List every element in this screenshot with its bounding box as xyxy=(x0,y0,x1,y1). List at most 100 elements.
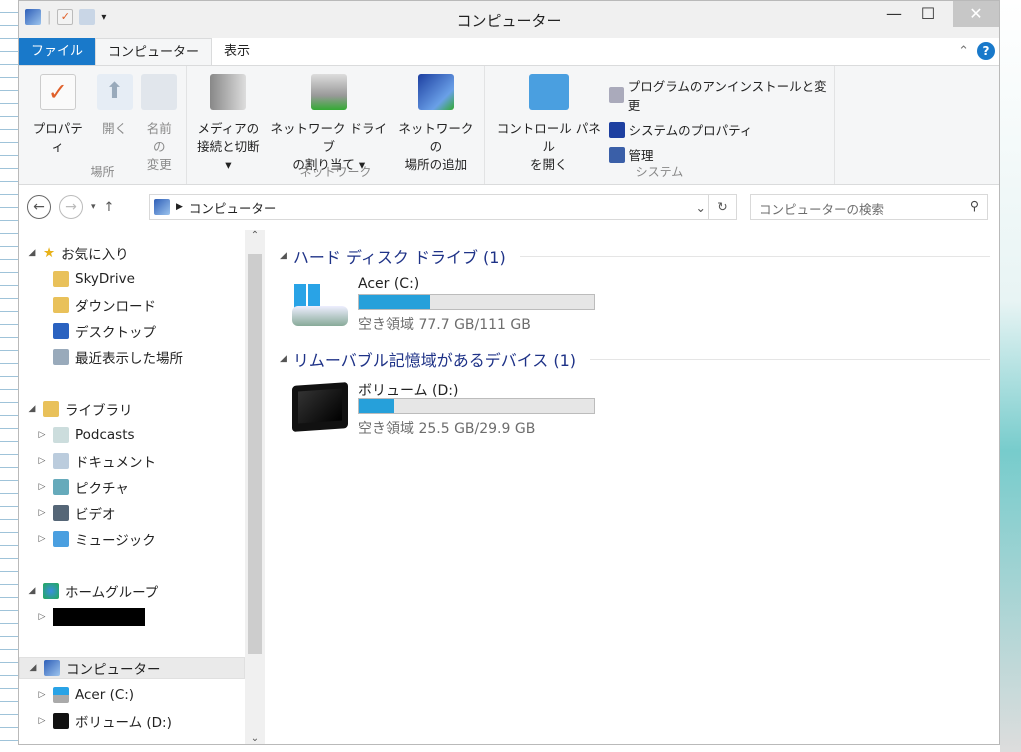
usage-fill xyxy=(359,295,430,309)
close-button[interactable]: ✕ xyxy=(953,1,999,27)
label: プログラムのアンインストールと変更 xyxy=(627,79,827,113)
network-drive-icon xyxy=(310,74,347,110)
search-input[interactable]: コンピューターの検索 ⚲ xyxy=(750,194,988,220)
tab-view[interactable]: 表示 xyxy=(212,38,262,65)
minimize-button[interactable]: — xyxy=(877,1,911,27)
free-space: 空き領域 25.5 GB/29.9 GB xyxy=(358,421,536,437)
redacted-block xyxy=(53,608,145,626)
search-icon[interactable]: ⚲ xyxy=(970,198,979,213)
manage-button[interactable]: 管理 xyxy=(608,145,831,164)
tab-file[interactable]: ファイル xyxy=(19,38,96,65)
expanded-icon[interactable]: ◢ xyxy=(28,663,38,673)
collapsed-icon[interactable]: ▷ xyxy=(37,534,47,544)
collapsed-icon[interactable]: ▷ xyxy=(37,508,47,518)
forward-button[interactable]: → xyxy=(59,195,83,219)
uninstall-program-button[interactable]: プログラムのアンインストールと変更 xyxy=(608,76,831,114)
address-dropdown-icon[interactable]: ⌄ xyxy=(696,200,706,215)
scroll-up-icon[interactable]: ⌃ xyxy=(245,230,265,241)
label: Podcasts xyxy=(75,427,135,443)
drive-c-item[interactable]: Acer (C:) 空き領域 77.7 GB/111 GB xyxy=(292,276,612,336)
drive-d-item[interactable]: ボリューム (D:) 空き領域 25.5 GB/29.9 GB xyxy=(292,380,612,440)
hard-drive-icon xyxy=(53,687,69,703)
programs-icon xyxy=(608,87,624,103)
nav-scrollbar[interactable]: ⌃ ⌄ xyxy=(245,230,265,744)
label: 管理 xyxy=(628,148,654,163)
device-icon xyxy=(53,713,69,729)
explorer-window: | ✓ ▾ コンピューター — ☐ ✕ ファイル コンピューター 表示 ⌃ ? … xyxy=(18,0,1000,745)
system-properties-button[interactable]: システムのプロパティ xyxy=(608,120,831,139)
open-icon: ⬆ xyxy=(96,74,133,110)
label: ネットワークの xyxy=(398,121,474,154)
refresh-button[interactable]: ↻ xyxy=(708,195,736,219)
nav-music[interactable]: ▷ ミュージック xyxy=(37,528,263,550)
address-row: ← → ▾ ↑ ▶ コンピューター ⌄ ↻ コンピューターの検索 ⚲ xyxy=(19,185,999,229)
folder-icon xyxy=(53,271,69,287)
expanded-icon[interactable]: ◢ xyxy=(280,354,287,364)
label: ドキュメント xyxy=(75,455,156,471)
title-bar: | ✓ ▾ コンピューター — ☐ ✕ xyxy=(19,1,999,38)
content-pane: ◢ ハード ディスク ドライブ (1) Acer (C:) 空き領域 77.7 G… xyxy=(266,230,999,744)
label: Acer (C:) xyxy=(75,687,135,703)
group-header-removable[interactable]: ◢ リムーバブル記憶域があるデバイス (1) xyxy=(280,347,990,371)
nav-computer[interactable]: ◢ コンピューター xyxy=(19,657,245,679)
videos-icon xyxy=(53,505,69,521)
maximize-button[interactable]: ☐ xyxy=(911,1,945,27)
group-header-hard-disk[interactable]: ◢ ハード ディスク ドライブ (1) xyxy=(280,244,990,268)
collapsed-icon[interactable]: ▷ xyxy=(37,690,47,700)
music-icon xyxy=(53,531,69,547)
nav-homegroup-member[interactable]: ▷ xyxy=(37,606,263,628)
collapsed-icon[interactable]: ▷ xyxy=(37,716,47,726)
group-network: メディアの 接続と切断 ▾ ネットワーク ドライブ の割り当て ▾ ネットワークの場… xyxy=(187,66,485,184)
free-space: 空き領域 77.7 GB/111 GB xyxy=(358,317,531,333)
rename-icon xyxy=(141,74,178,110)
scroll-thumb[interactable] xyxy=(248,254,262,654)
back-button[interactable]: ← xyxy=(27,195,51,219)
manage-icon xyxy=(608,146,625,163)
nav-documents[interactable]: ▷ ドキュメント xyxy=(37,450,263,472)
expanded-icon[interactable]: ◢ xyxy=(27,404,37,414)
star-icon: ★ xyxy=(43,245,56,261)
collapse-ribbon-icon[interactable]: ⌃ xyxy=(958,44,969,59)
label: デスクトップ xyxy=(75,325,156,341)
expanded-icon[interactable]: ◢ xyxy=(27,248,37,258)
breadcrumb-computer[interactable]: コンピューター xyxy=(189,198,277,217)
collapsed-icon[interactable]: ▷ xyxy=(37,482,47,492)
nav-libraries[interactable]: ◢ ライブラリ xyxy=(27,398,253,420)
nav-podcasts[interactable]: ▷ Podcasts xyxy=(37,424,263,446)
group-label: システム xyxy=(635,165,684,179)
usage-bar xyxy=(358,398,595,414)
download-folder-icon xyxy=(53,297,69,313)
tab-computer[interactable]: コンピューター xyxy=(95,38,213,65)
collapsed-icon[interactable]: ▷ xyxy=(37,456,47,466)
network-location-icon xyxy=(417,74,454,110)
help-icon[interactable]: ? xyxy=(977,42,995,60)
desktop-wallpaper xyxy=(1000,0,1021,752)
nav-drive-c[interactable]: ▷ Acer (C:) xyxy=(37,684,263,706)
window-title: コンピューター xyxy=(456,12,562,30)
recent-locations-icon[interactable]: ▾ xyxy=(91,202,96,212)
label: 最近表示した場所 xyxy=(75,351,183,367)
breadcrumb-chevron-icon[interactable]: ▶ xyxy=(176,202,183,212)
collapsed-icon[interactable]: ▷ xyxy=(37,430,47,440)
label: ネットワーク ドライブ xyxy=(270,121,387,154)
label: ホームグループ xyxy=(65,585,159,601)
nav-drive-d[interactable]: ▷ ボリューム (D:) xyxy=(37,710,263,732)
control-panel-icon xyxy=(528,74,569,110)
nav-homegroup[interactable]: ◢ ホームグループ xyxy=(27,580,253,602)
divider xyxy=(590,358,990,360)
nav-favorites[interactable]: ◢ ★ お気に入り xyxy=(27,242,253,264)
group-system: コントロール パネル を開く プログラムのアンインストールと変更 システムのプロパ… xyxy=(485,66,835,184)
expanded-icon[interactable]: ◢ xyxy=(280,251,287,261)
nav-pictures[interactable]: ▷ ピクチャ xyxy=(37,476,263,498)
label: ボリューム (D:) xyxy=(75,715,172,731)
nav-videos[interactable]: ▷ ビデオ xyxy=(37,502,263,524)
label: ライブラリ xyxy=(65,403,133,419)
computer-icon xyxy=(154,199,170,215)
up-button[interactable]: ↑ xyxy=(104,200,115,215)
tablet-device-icon xyxy=(292,382,348,432)
expanded-icon[interactable]: ◢ xyxy=(27,586,37,596)
label: 開く xyxy=(102,121,128,136)
collapsed-icon[interactable]: ▷ xyxy=(37,612,47,622)
scroll-down-icon[interactable]: ⌄ xyxy=(245,733,265,744)
address-bar[interactable]: ▶ コンピューター ⌄ ↻ xyxy=(149,194,737,220)
